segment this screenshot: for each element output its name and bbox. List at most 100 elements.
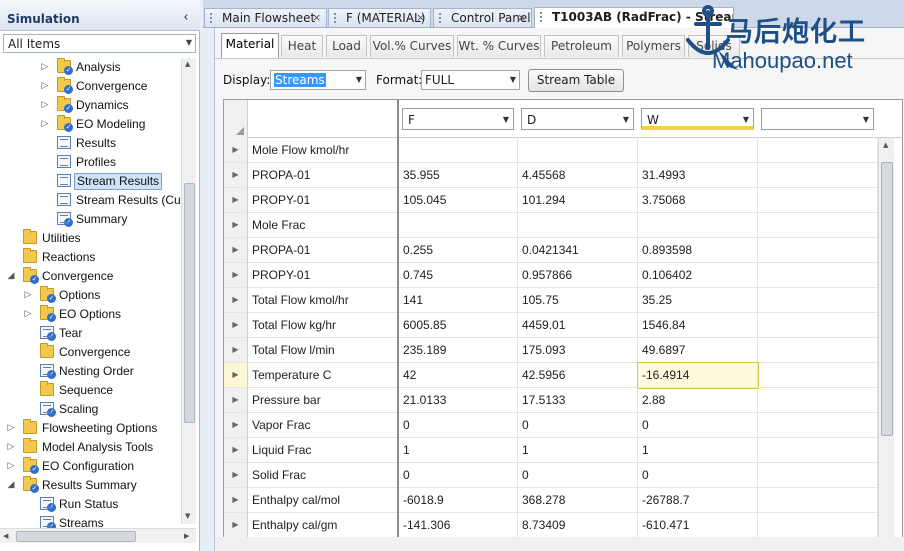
grid-cell[interactable]: -610.471 [638,513,758,538]
grid-cell[interactable]: 3.75068 [638,188,758,213]
grid-cell[interactable] [758,488,878,513]
grid-cell[interactable] [758,313,878,338]
grid-cell[interactable] [518,213,638,238]
tree-item[interactable]: Stream Results [0,172,181,191]
tree-item[interactable]: ▷ ✓ EO Configuration [0,457,181,476]
grid-cell[interactable]: 31.4993 [638,163,758,188]
sheet-tab[interactable]: Solids [688,35,740,57]
tree-item[interactable]: Results [0,134,181,153]
grid-cell[interactable]: 0.0421341 [518,238,638,263]
row-header[interactable]: ▶ [224,263,248,288]
grid-cell[interactable]: 105.045 [399,188,518,213]
tree-item[interactable]: ▷ ✓ Dynamics [0,96,181,115]
sheet-tab[interactable]: Material [221,33,279,58]
stream-column-dropdown[interactable]: ▼ [761,108,874,130]
scroll-up-icon[interactable]: ▲ [883,141,888,149]
expand-arrow-icon[interactable]: ▷ [6,460,16,472]
expand-arrow-icon[interactable]: ▷ [23,308,33,320]
tree-item[interactable]: ▷ ✓ EO Options [0,305,181,324]
grid-horizontal-scrollbar[interactable] [215,537,904,551]
grid-cell[interactable]: 175.093 [518,338,638,363]
row-header[interactable]: ▶ [224,363,248,388]
grid-cell[interactable]: 1 [638,438,758,463]
grid-cell[interactable]: 0 [518,463,638,488]
grid-cell[interactable]: 0.745 [399,263,518,288]
row-header[interactable]: ▶ [224,138,248,163]
grid-corner[interactable] [224,100,248,138]
tree-item[interactable]: ✓ Run Status [0,495,181,514]
collapse-arrow-icon[interactable]: ◢ [6,270,16,282]
document-tab[interactable]: Control Panel × [433,8,532,27]
sheet-tab[interactable]: Vol.% Curves [370,35,454,57]
grid-cell[interactable]: -6018.9 [399,488,518,513]
grid-cell[interactable]: 105.75 [518,288,638,313]
grid-cell[interactable]: 1 [518,438,638,463]
grid-vertical-thumb[interactable] [881,162,893,436]
row-header[interactable]: ▶ [224,313,248,338]
grid-cell[interactable]: -141.306 [399,513,518,538]
expand-arrow-icon[interactable]: ▷ [40,118,50,130]
grid-cell[interactable]: 49.6897 [638,338,758,363]
grid-cell[interactable]: 0 [638,463,758,488]
grid-cell[interactable]: 0.893598 [638,238,758,263]
grid-cell[interactable]: -26788.7 [638,488,758,513]
tree-item[interactable]: Reactions [0,248,181,267]
grid-cell[interactable] [758,238,878,263]
sheet-tab[interactable]: Wt. % Curves [457,35,541,57]
scroll-left-icon[interactable]: ◀ [3,532,8,540]
grid-cell[interactable]: 42.5956 [518,363,638,388]
grid-cell[interactable]: 42 [399,363,518,388]
grid-cell[interactable] [518,138,638,163]
grid-cell[interactable] [638,138,758,163]
row-header[interactable]: ▶ [224,288,248,313]
tree-item[interactable]: ✓ Nesting Order [0,362,181,381]
grid-cell[interactable] [758,163,878,188]
grid-cell[interactable]: 35.955 [399,163,518,188]
grid-cell[interactable]: 0 [399,413,518,438]
navigation-vertical-thumb[interactable] [184,183,195,423]
row-header[interactable]: ▶ [224,488,248,513]
document-tab[interactable]: F (MATERIAL) × [328,8,431,27]
grid-cell[interactable] [758,513,878,538]
grid-cell[interactable] [638,213,758,238]
grid-cell[interactable]: 235.189 [399,338,518,363]
expand-arrow-icon[interactable]: ▷ [40,99,50,111]
expand-arrow-icon[interactable]: ▷ [6,441,16,453]
row-header[interactable]: ▶ [224,438,248,463]
close-icon[interactable]: × [416,11,425,24]
tree-item[interactable]: Profiles [0,153,181,172]
tree-item[interactable]: ▷ ✓ Analysis [0,58,181,77]
sheet-tab[interactable]: Polymers [622,35,685,57]
grid-cell[interactable]: 368.278 [518,488,638,513]
tree-item[interactable]: Convergence [0,343,181,362]
grid-cell[interactable] [758,263,878,288]
grid-cell[interactable]: 8.73409 [518,513,638,538]
navigation-vertical-scrollbar[interactable]: ▲ ▼ [181,58,196,524]
tree-item[interactable]: ▷ ✓ Convergence [0,77,181,96]
close-icon[interactable]: × [312,11,321,24]
row-header[interactable]: ▶ [224,213,248,238]
grid-cell[interactable]: 21.0133 [399,388,518,413]
grid-cell[interactable]: 35.25 [638,288,758,313]
tree-item[interactable]: ✓ Scaling [0,400,181,419]
grid-cell[interactable]: -16.4914 [637,362,759,389]
row-header[interactable]: ▶ [224,338,248,363]
row-header[interactable]: ▶ [224,513,248,538]
grid-cell[interactable]: 0 [399,463,518,488]
grid-cell[interactable] [758,388,878,413]
grid-cell[interactable]: 17.5133 [518,388,638,413]
grid-cell[interactable] [758,138,878,163]
grid-vertical-scrollbar[interactable]: ▲ ▼ [878,138,894,550]
stream-column-dropdown[interactable]: F ▼ [402,108,514,130]
grid-cell[interactable] [758,413,878,438]
grid-cell[interactable]: 0 [638,413,758,438]
row-header[interactable]: ▶ [224,163,248,188]
close-icon[interactable]: × [517,11,526,24]
navigation-horizontal-scrollbar[interactable]: ◀ ▶ [0,528,196,543]
scroll-up-icon[interactable]: ▲ [185,60,190,68]
grid-cell[interactable] [758,363,878,388]
tree-item[interactable]: ▷ Model Analysis Tools [0,438,181,457]
tree-item[interactable]: ◢ ✓ Results Summary [0,476,181,495]
stream-table-button[interactable]: Stream Table [528,69,624,92]
grid-cell[interactable] [758,213,878,238]
